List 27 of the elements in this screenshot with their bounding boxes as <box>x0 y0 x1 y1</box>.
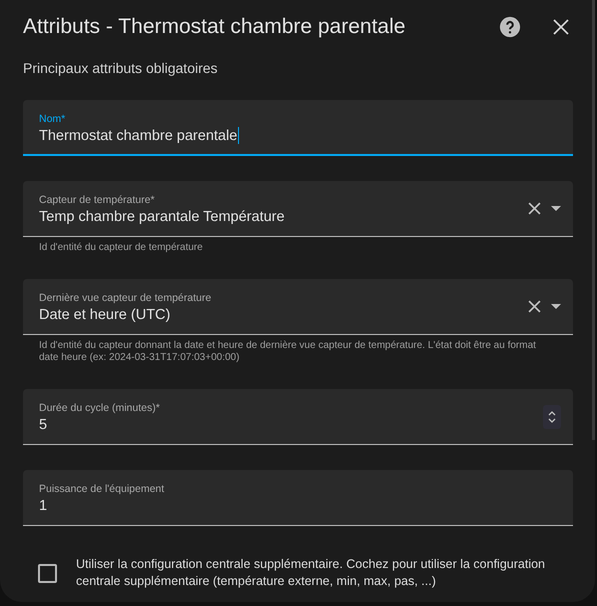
clear-icon[interactable] <box>528 300 541 313</box>
field-label: Capteur de température* <box>39 194 156 207</box>
field-label: Durée du cycle (minutes)* <box>39 402 161 415</box>
checkbox[interactable] <box>38 564 57 582</box>
input-field[interactable]: Nom* Thermostat chambre parentale <box>23 100 573 156</box>
field-label: Dernière vue capteur de température <box>39 292 212 305</box>
helper-text: Id d'entité du capteur de température <box>38 241 204 254</box>
field-value: Thermostat chambre parentale <box>39 126 240 146</box>
helper-text: Id d'entité du capteur donnant la date et heure de dernière vue capteur de température. L'état doit être au format date heure (ex: 2024-03-31T17:07:03+00:00) <box>38 339 537 364</box>
field-value: 1 <box>39 497 48 516</box>
help-button[interactable] <box>498 15 522 39</box>
input-field[interactable]: Dernière vue capteur de température Date et heure (UTC) <box>23 279 573 335</box>
field-label: Nom* <box>39 112 66 126</box>
input-field[interactable]: Capteur de température* Temp chambre parantale Température <box>23 181 573 237</box>
checkbox-label: Utiliser la configuration centrale supplémentaire. Cochez pour utiliser la configuration centrale supplémentaire (température externe, min, max, pas, ...) <box>76 556 546 590</box>
spinner-icon[interactable] <box>543 404 561 428</box>
field-value: 5 <box>39 416 48 435</box>
field-value: Temp chambre parantale Température <box>39 208 286 227</box>
clear-icon[interactable] <box>528 202 541 215</box>
dropdown-arrow-icon[interactable] <box>551 304 561 309</box>
field-label: Puissance de l'équipement <box>39 483 166 496</box>
input-field[interactable]: Durée du cycle (minutes)* 5 <box>23 389 573 445</box>
input-field[interactable]: Puissance de l'équipement 1 <box>23 470 573 526</box>
dropdown-arrow-icon[interactable] <box>551 206 561 211</box>
dialog-title: Attributs - Thermostat chambre parentale <box>23 15 406 39</box>
field-value: Date et heure (UTC) <box>39 306 172 325</box>
section-subtitle: Principaux attributs obligatoires <box>23 60 219 76</box>
